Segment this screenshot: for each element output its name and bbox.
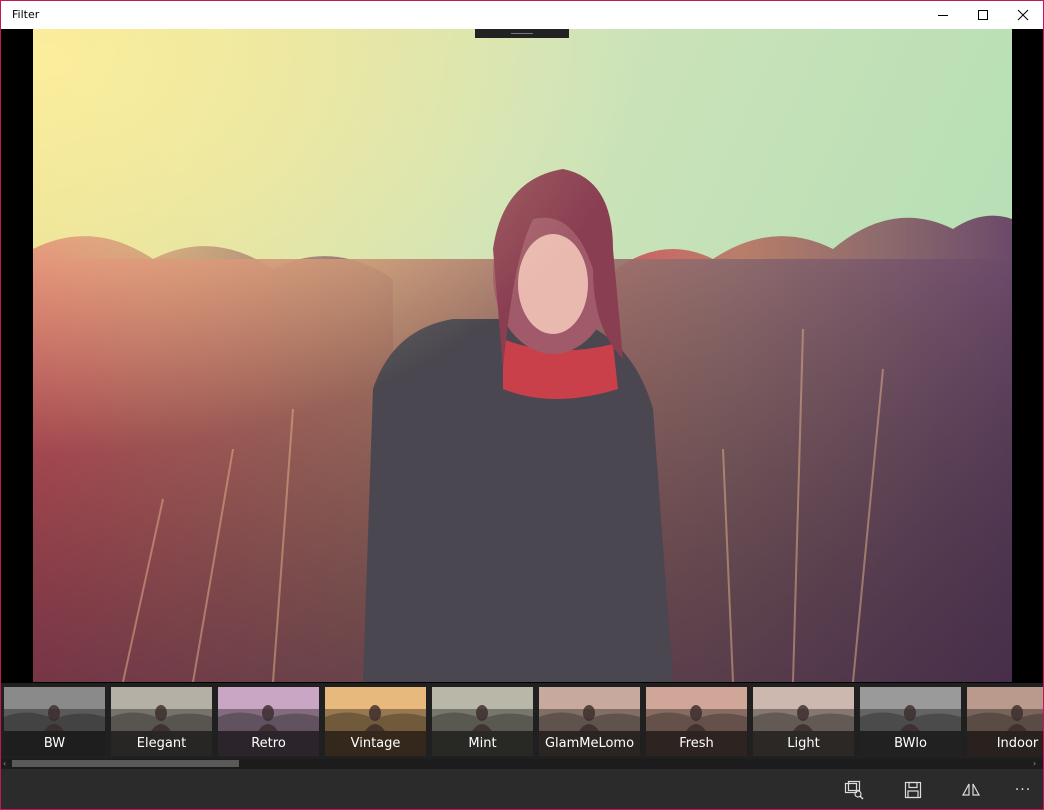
minimize-icon <box>938 15 948 16</box>
filter-thumb-vintage[interactable]: Vintage <box>325 687 426 756</box>
filter-thumb-glammelomo[interactable]: GlamMeLomo <box>539 687 640 756</box>
compare-icon <box>961 783 981 796</box>
maximize-icon <box>978 10 988 20</box>
compare-search-icon <box>844 780 864 800</box>
filter-strip-scrollbar[interactable]: ‹ › <box>1 759 1043 769</box>
filter-strip: BW Elegant Retro Vintage Mint GlamMeLomo Fresh… <box>1 683 1043 759</box>
filter-label: BWlo <box>860 731 961 756</box>
filter-thumb-indoor[interactable]: Indoor <box>967 687 1043 756</box>
command-bar: ··· <box>1 769 1043 809</box>
filter-label: Elegant <box>111 731 212 756</box>
scroll-thumb[interactable] <box>12 760 239 767</box>
scroll-right-arrow[interactable]: › <box>1033 759 1036 769</box>
more-options-button[interactable]: ··· <box>1009 777 1037 803</box>
filter-thumb-light[interactable]: Light <box>753 687 854 756</box>
panel-drag-handle[interactable] <box>475 29 569 38</box>
window-title: Filter <box>12 8 40 21</box>
filter-thumb-bwlo[interactable]: BWlo <box>860 687 961 756</box>
save-button[interactable] <box>899 777 927 803</box>
title-bar: Filter <box>1 1 1043 29</box>
filter-thumb-fresh[interactable]: Fresh <box>646 687 747 756</box>
filter-label: Mint <box>432 731 533 756</box>
close-button[interactable] <box>1003 1 1043 29</box>
compare-button[interactable] <box>957 777 985 803</box>
filter-thumb-mint[interactable]: Mint <box>432 687 533 756</box>
close-icon <box>1017 9 1029 21</box>
filter-label: GlamMeLomo <box>539 731 640 756</box>
filter-label: BW <box>4 731 105 756</box>
maximize-button[interactable] <box>963 1 1003 29</box>
compare-search-button[interactable] <box>840 777 868 803</box>
filter-app-window: Filter BW Elegant Retro Vintage Mint Gla… <box>0 0 1044 810</box>
preview-area <box>1 29 1043 683</box>
filter-thumb-bw[interactable]: BW <box>4 687 105 756</box>
filter-label: Indoor <box>967 731 1043 756</box>
save-icon <box>904 781 922 799</box>
scroll-left-arrow[interactable]: ‹ <box>3 759 6 769</box>
filter-label: Vintage <box>325 731 426 756</box>
minimize-button[interactable] <box>923 1 963 29</box>
filter-label: Fresh <box>646 731 747 756</box>
filter-thumb-elegant[interactable]: Elegant <box>111 687 212 756</box>
preview-photo <box>33 29 1012 682</box>
filter-label: Light <box>753 731 854 756</box>
filter-label: Retro <box>218 731 319 756</box>
filter-thumb-retro[interactable]: Retro <box>218 687 319 756</box>
